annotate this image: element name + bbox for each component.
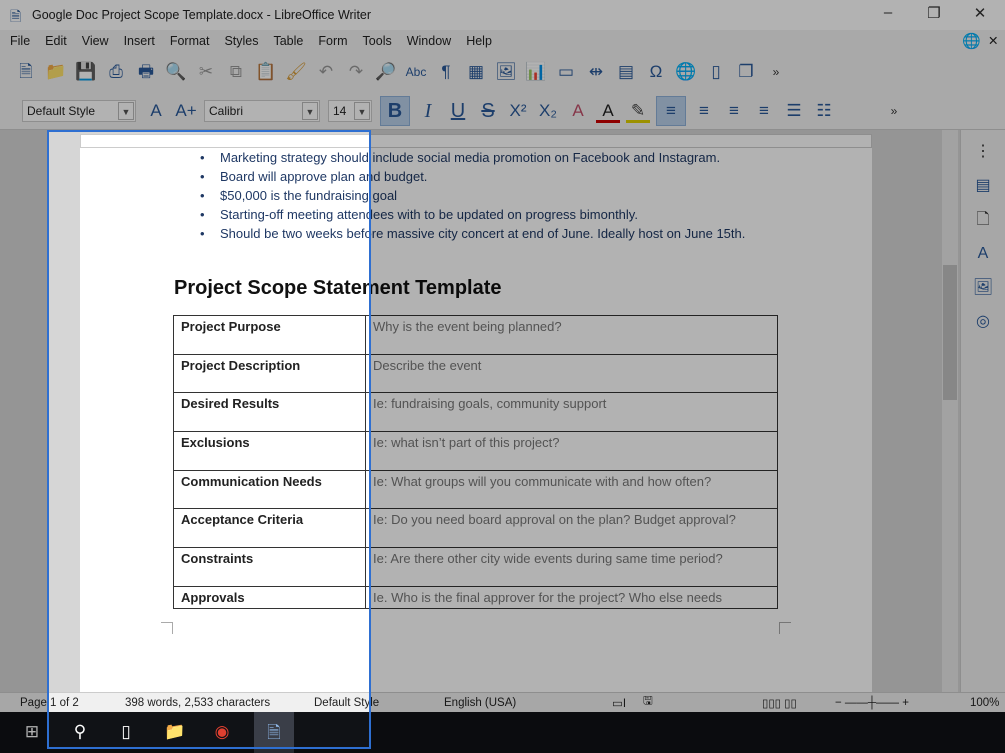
snip-dim-overlay: [371, 130, 1005, 753]
snip-selection-rectangle[interactable]: [47, 130, 371, 749]
snip-dim-overlay: [0, 130, 47, 753]
snip-dim-overlay: [47, 749, 371, 753]
snip-dim-overlay: [0, 0, 1005, 130]
